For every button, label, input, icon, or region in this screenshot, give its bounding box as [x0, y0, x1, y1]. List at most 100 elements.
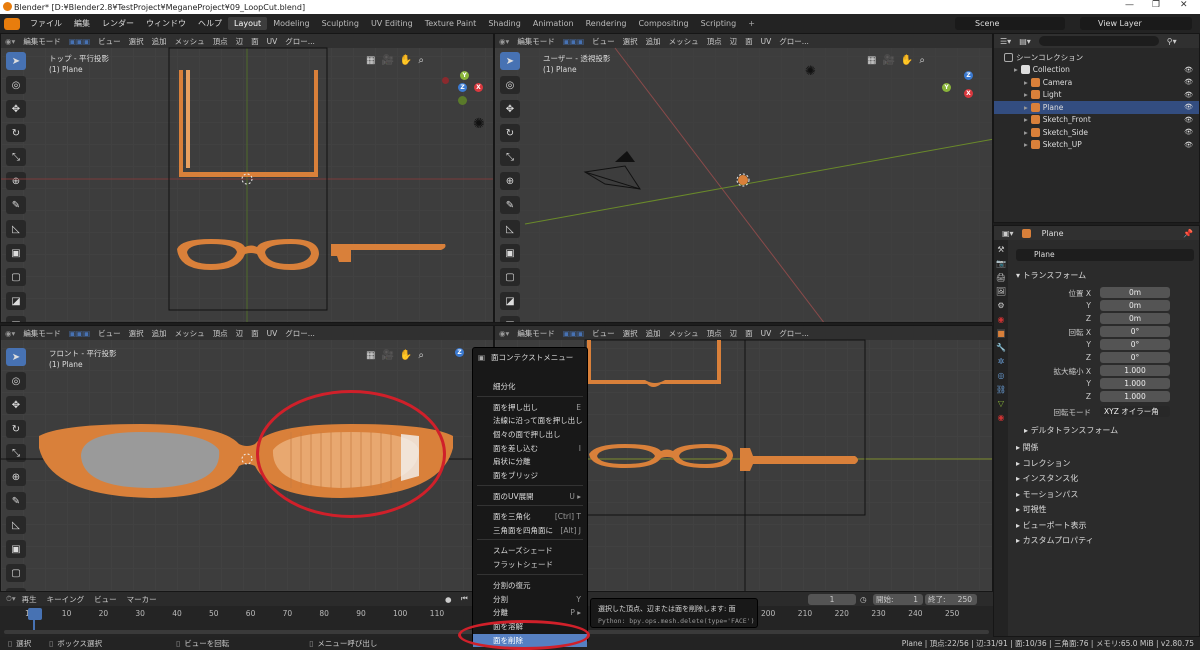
outliner-item[interactable]: ▸ Sketch_UP 👁	[994, 139, 1199, 152]
context-menu-item[interactable]: 個々の面で押し出し	[473, 428, 587, 441]
transform-section[interactable]: ▾ トランスフォーム	[1016, 270, 1086, 281]
tab-rendering[interactable]: Rendering	[580, 17, 633, 30]
visibility-eye-icon[interactable]: 👁	[1184, 78, 1193, 86]
menu-edit[interactable]: 編集	[68, 18, 96, 29]
context-menu-item[interactable]: 面のUV展開 U ▸	[473, 490, 587, 503]
context-menu-item[interactable]: 三角面を四角面に [Alt] J	[473, 524, 587, 537]
visibility-eye-icon[interactable]: 👁	[1184, 66, 1193, 74]
menu-render[interactable]: レンダー	[96, 18, 140, 29]
rotation-z-field[interactable]: 0°	[1100, 352, 1170, 363]
context-menu-item[interactable]: 分割の復元	[473, 579, 587, 592]
outliner-item[interactable]: ▸ Collection 👁	[994, 64, 1199, 77]
expand-arrow-icon[interactable]: ▸	[1024, 78, 1028, 87]
expand-arrow-icon[interactable]: ▸	[1024, 140, 1028, 149]
record-icon[interactable]: ●	[445, 595, 452, 604]
context-menu-item[interactable]: 法線に沿って面を押し出し	[473, 414, 587, 427]
scene-selector[interactable]: Scene	[955, 17, 1065, 30]
jump-start-icon[interactable]: ⏮	[461, 594, 468, 604]
tab-animation[interactable]: Animation	[527, 17, 580, 30]
current-frame-field[interactable]: 1	[808, 593, 856, 605]
object-name-field[interactable]: Plane	[1016, 249, 1194, 261]
tab-modeling[interactable]: Modeling	[267, 17, 315, 30]
visibility-eye-icon[interactable]: 👁	[1184, 103, 1193, 111]
context-menu-item[interactable]: スムーズシェード	[473, 544, 587, 557]
scale-y-field[interactable]: 1.000	[1100, 378, 1170, 389]
context-menu-item[interactable]: 面を三角化 [Ctrl] T	[473, 510, 587, 523]
visibility-eye-icon[interactable]: 👁	[1184, 116, 1193, 124]
timeline-editor-icon[interactable]: ⏱▾	[6, 594, 16, 604]
display-mode-icon[interactable]: ▤▾	[1019, 37, 1031, 46]
object-tab-icon[interactable]: ■	[997, 329, 1005, 338]
outliner-item[interactable]: ▸ Light 👁	[994, 89, 1199, 102]
pin-icon[interactable]: 📌	[1183, 229, 1193, 238]
context-menu-item[interactable]: 面を差し込む I	[473, 442, 587, 455]
maximize-icon[interactable]: ❐	[1152, 0, 1160, 10]
menu-file[interactable]: ファイル	[24, 18, 68, 29]
scale-z-field[interactable]: 1.000	[1100, 391, 1170, 402]
outliner-item[interactable]: ▸ Sketch_Side 👁	[994, 126, 1199, 139]
expand-arrow-icon[interactable]: ▸	[1024, 115, 1028, 124]
context-menu-item[interactable]: 細分化	[473, 380, 587, 393]
context-menu-item[interactable]: 分離 P ▸	[473, 606, 587, 619]
playhead[interactable]	[28, 608, 42, 620]
rotation-mode-dropdown[interactable]: XYZ オイラー角	[1100, 406, 1170, 417]
context-menu-item[interactable]: 面を押し出し E	[473, 401, 587, 414]
delta-transform-section[interactable]: ▸ デルタトランスフォーム	[1024, 425, 1118, 436]
expand-arrow-icon[interactable]: ▸	[1024, 90, 1028, 99]
menu-help[interactable]: ヘルプ	[192, 18, 228, 29]
expand-arrow-icon[interactable]: ▸	[1024, 103, 1028, 112]
add-workspace-icon[interactable]: +	[742, 19, 761, 28]
viewport-front[interactable]: ◉▾ 編集モード ▣▣▣ ビュー 選択 追加 メッシュ 頂点 辺 面 UV グロ…	[0, 325, 494, 592]
properties-editor-icon[interactable]: ▣▾	[1002, 229, 1014, 238]
context-menu-item[interactable]: 扇状に分離	[473, 455, 587, 468]
tab-sculpting[interactable]: Sculpting	[316, 17, 365, 30]
properties-section[interactable]: ▸ 関係	[1016, 442, 1039, 453]
minimize-icon[interactable]: —	[1125, 0, 1134, 10]
tab-shading[interactable]: Shading	[482, 17, 527, 30]
constraints-tab-icon[interactable]: ⛓	[996, 385, 1006, 394]
outliner-search-input[interactable]	[1038, 36, 1159, 46]
marker-menu[interactable]: マーカー	[123, 594, 161, 605]
rotation-x-field[interactable]: 0°	[1100, 326, 1170, 337]
expand-arrow-icon[interactable]: ▸	[1014, 65, 1018, 74]
material-tab-icon[interactable]: ◉	[998, 413, 1005, 422]
expand-arrow-icon[interactable]: ▸	[1024, 128, 1028, 137]
properties-section[interactable]: ▸ インスタンス化	[1016, 473, 1078, 484]
tab-compositing[interactable]: Compositing	[632, 17, 694, 30]
particles-tab-icon[interactable]: ✲	[998, 357, 1005, 366]
tab-scripting[interactable]: Scripting	[695, 17, 743, 30]
world-tab-icon[interactable]: ◉	[998, 315, 1005, 324]
view-layer-tab-icon[interactable]: 🖼	[996, 287, 1006, 296]
location-z-field[interactable]: 0m	[1100, 313, 1170, 324]
outliner-item[interactable]: ▸ Camera 👁	[994, 76, 1199, 89]
view-layer-selector[interactable]: View Layer	[1080, 17, 1192, 30]
scene-collection-row[interactable]: シーンコレクション	[994, 51, 1199, 64]
outliner-item[interactable]: ▸ Plane 👁	[994, 101, 1199, 114]
playback-menu[interactable]: 再生	[18, 594, 41, 605]
menu-window[interactable]: ウィンドウ	[140, 18, 192, 29]
timeline-view-menu[interactable]: ビュー	[90, 594, 121, 605]
scale-x-field[interactable]: 1.000	[1100, 365, 1170, 376]
end-frame-field[interactable]: 終了: 250	[925, 593, 977, 605]
tab-uv-editing[interactable]: UV Editing	[365, 17, 419, 30]
data-tab-icon[interactable]: ▽	[998, 399, 1004, 408]
viewport-perspective[interactable]: ◉▾ 編集モード ▣▣▣ ビュー 選択 追加 メッシュ 頂点 辺 面 UV グロ…	[494, 33, 993, 323]
physics-tab-icon[interactable]: ◎	[998, 371, 1005, 380]
output-tab-icon[interactable]: 🖨	[996, 273, 1006, 282]
context-menu-item[interactable]: 分割 Y	[473, 593, 587, 606]
properties-section[interactable]: ▸ ビューポート表示	[1016, 520, 1087, 531]
properties-section[interactable]: ▸ モーションパス	[1016, 489, 1078, 500]
properties-section[interactable]: ▸ コレクション	[1016, 458, 1071, 469]
properties-section[interactable]: ▸ 可視性	[1016, 504, 1047, 515]
tab-layout[interactable]: Layout	[228, 17, 268, 30]
outliner-editor-icon[interactable]: ☰▾	[1000, 37, 1011, 46]
outliner-item[interactable]: ▸ Sketch_Front 👁	[994, 114, 1199, 127]
context-menu-item[interactable]: フラットシェード	[473, 558, 587, 571]
rotation-y-field[interactable]: 0°	[1100, 339, 1170, 350]
filter-icon[interactable]: ⚲▾	[1167, 37, 1177, 46]
render-tab-icon[interactable]: 📷	[996, 259, 1006, 268]
viewport-top[interactable]: ◉▾ 編集モード ▣▣▣ ビュー 選択 追加 メッシュ 頂点 辺 面 UV グロ…	[0, 33, 494, 323]
close-icon[interactable]: ✕	[1180, 0, 1188, 10]
blender-menu-icon[interactable]	[4, 17, 20, 30]
location-y-field[interactable]: 0m	[1100, 300, 1170, 311]
